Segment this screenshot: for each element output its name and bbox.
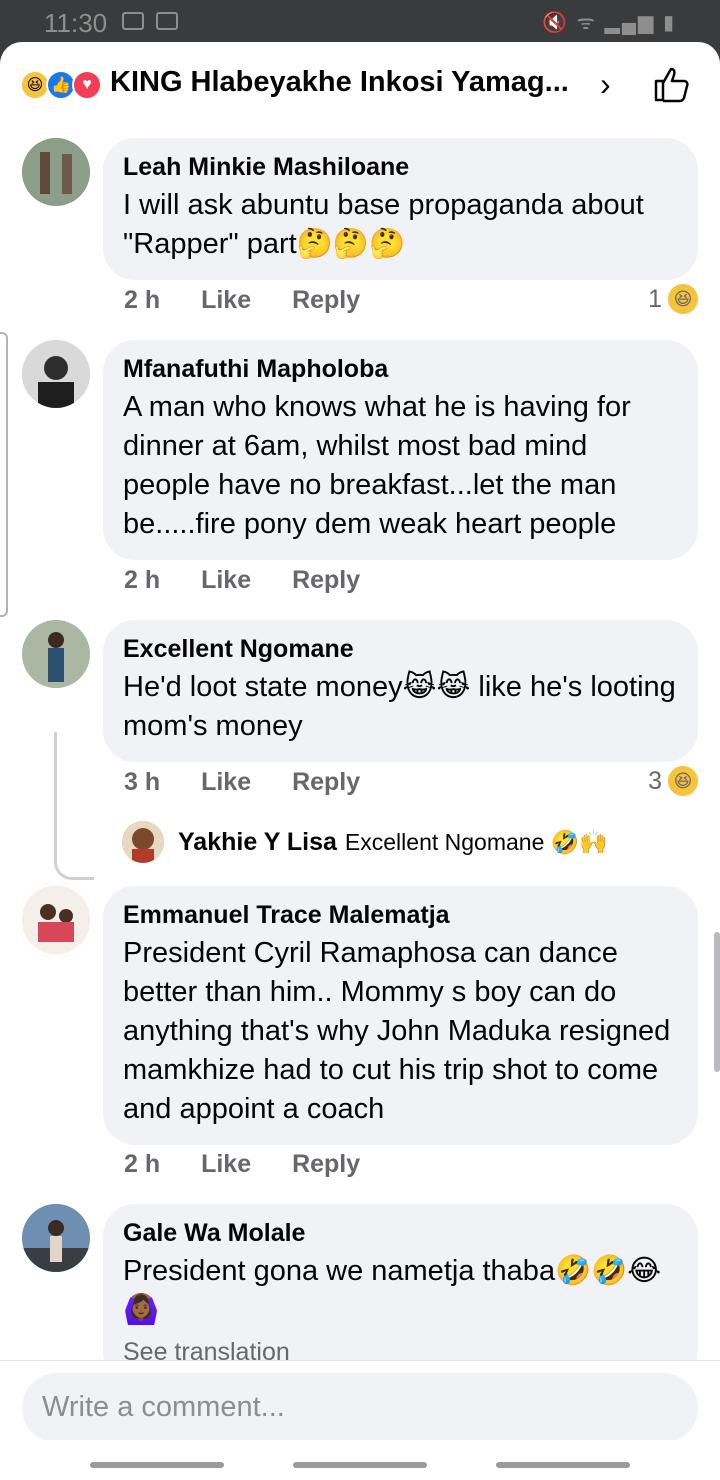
comment-text: President gona we nametja thaba🤣🤣😂🙆🏾‍♀️ bbox=[123, 1255, 662, 1326]
edge-handle[interactable] bbox=[0, 332, 8, 617]
reply-button[interactable]: Reply bbox=[292, 768, 360, 796]
comment-author[interactable]: Gale Wa Molale bbox=[123, 1218, 678, 1248]
system-nav-bar bbox=[0, 1440, 720, 1480]
avatar bbox=[122, 821, 164, 863]
like-button[interactable]: Like bbox=[201, 566, 251, 594]
haha-icon: 😆 bbox=[668, 284, 698, 314]
comment-time: 2 h bbox=[124, 1150, 161, 1178]
comment-actions: 3 h Like Reply bbox=[124, 768, 394, 797]
like-button[interactable]: Like bbox=[201, 286, 251, 314]
comment-actions: 2 h Like Reply bbox=[124, 286, 394, 315]
comment-text: President Cyril Ramaphosa can dance bett… bbox=[123, 937, 671, 1125]
post-header: 😆 👍 ♥ KING Hlabeyakhe Inkosi Yamag... › bbox=[0, 42, 720, 128]
avatar[interactable] bbox=[22, 1204, 90, 1272]
nav-home-button[interactable] bbox=[293, 1462, 427, 1468]
reply-button[interactable]: Reply bbox=[292, 286, 360, 314]
reply-button[interactable]: Reply bbox=[292, 1150, 360, 1178]
status-time: 11:30 bbox=[44, 8, 108, 38]
comment-time: 2 h bbox=[124, 286, 161, 314]
status-bar: 11:30 🔇 ᯤ ▂▄▆ ▮ bbox=[0, 0, 720, 44]
reply-author[interactable]: Yakhie Y Lisa bbox=[178, 828, 337, 857]
comments-sheet: 😆 👍 ♥ KING Hlabeyakhe Inkosi Yamag... › … bbox=[0, 42, 720, 1480]
avatar[interactable] bbox=[22, 886, 90, 954]
signal-battery-icons: 🔇 ᯤ ▂▄▆ ▮ bbox=[542, 12, 676, 34]
comment-author[interactable]: Leah Minkie Mashiloane bbox=[123, 152, 678, 182]
comment-time: 3 h bbox=[124, 768, 161, 796]
gallery-icon bbox=[122, 12, 144, 30]
avatar[interactable] bbox=[22, 620, 90, 688]
comment-bubble[interactable]: Mfanafuthi Mapholoba A man who knows wha… bbox=[103, 340, 698, 560]
comment-author[interactable]: Emmanuel Trace Malematja bbox=[123, 900, 678, 930]
reply-text: Excellent Ngomane 🤣🙌 bbox=[344, 828, 609, 855]
haha-icon: 😆 bbox=[668, 766, 698, 796]
love-icon: ♥ bbox=[72, 70, 102, 100]
nav-back-button[interactable] bbox=[496, 1462, 630, 1468]
comment-bubble[interactable]: Emmanuel Trace Malematja President Cyril… bbox=[103, 886, 698, 1145]
like-button[interactable]: Like bbox=[201, 1150, 251, 1178]
reply-button[interactable]: Reply bbox=[292, 566, 360, 594]
comment-author[interactable]: Mfanafuthi Mapholoba bbox=[123, 354, 678, 384]
reply-thread-line bbox=[54, 732, 94, 880]
comment-author[interactable]: Excellent Ngomane bbox=[123, 634, 678, 664]
scrollbar[interactable] bbox=[714, 932, 720, 1072]
thumbs-up-icon[interactable] bbox=[652, 64, 692, 104]
reply-preview[interactable]: Yakhie Y Lisa Excellent Ngomane 🤣🙌 bbox=[122, 820, 608, 864]
comment-bubble[interactable]: Excellent Ngomane He'd loot state money😹… bbox=[103, 620, 698, 762]
comment-bubble[interactable]: Gale Wa Molale President gona we nametja… bbox=[103, 1204, 698, 1383]
like-button[interactable]: Like bbox=[201, 768, 251, 796]
reaction-count[interactable]: 1 😆 bbox=[648, 284, 698, 314]
comment-time: 2 h bbox=[124, 566, 161, 594]
comment-actions: 2 h Like Reply bbox=[124, 566, 394, 595]
comment-actions: 2 h Like Reply bbox=[124, 1150, 394, 1179]
chevron-right-icon[interactable]: › bbox=[600, 66, 611, 103]
reaction-count[interactable]: 3 😆 bbox=[648, 766, 698, 796]
post-title[interactable]: KING Hlabeyakhe Inkosi Yamag... bbox=[110, 66, 580, 99]
comment-text: A man who knows what he is having for di… bbox=[123, 391, 631, 540]
nav-recents-button[interactable] bbox=[90, 1462, 224, 1468]
comment-bubble[interactable]: Leah Minkie Mashiloane I will ask abuntu… bbox=[103, 138, 698, 280]
comment-text: He'd loot state money😹😹 like he's lootin… bbox=[123, 671, 676, 742]
reaction-summary[interactable]: 😆 👍 ♥ bbox=[20, 70, 106, 100]
screen-icon bbox=[156, 12, 178, 30]
avatar[interactable] bbox=[22, 138, 90, 206]
comment-input[interactable]: Write a comment... bbox=[22, 1373, 698, 1443]
comment-text: I will ask abuntu base propaganda about … bbox=[123, 189, 644, 260]
avatar[interactable] bbox=[22, 340, 90, 408]
